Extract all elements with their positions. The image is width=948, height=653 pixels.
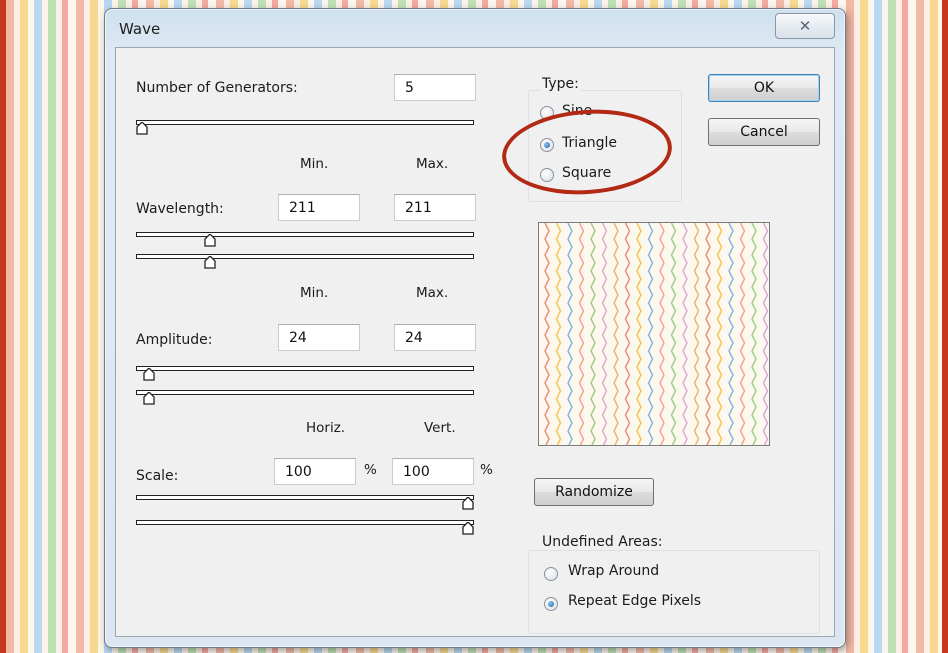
cancel-button[interactable]: Cancel (708, 118, 820, 146)
close-button[interactable]: ✕ (775, 13, 835, 39)
scale-vert-field[interactable]: 100 (392, 458, 474, 485)
amplitude-min-header: Min. (300, 285, 329, 301)
wavelength-max-slider-thumb[interactable] (204, 256, 217, 269)
amplitude-min-slider-thumb[interactable] (142, 368, 155, 381)
repeat-edge-pixels-radio[interactable] (544, 597, 558, 611)
scale-vert-slider[interactable] (136, 520, 474, 525)
wavelength-min-slider-thumb[interactable] (204, 234, 217, 247)
wrap-around-label[interactable]: Wrap Around (568, 563, 659, 579)
generators-slider-thumb[interactable] (136, 122, 148, 135)
wavelength-max-slider[interactable] (136, 254, 474, 259)
wavelength-min-header: Min. (300, 156, 329, 172)
wave-dialog: Wave ✕ Number of Generators: 5 Min. Max.… (104, 8, 846, 648)
close-icon: ✕ (798, 17, 812, 35)
wavelength-max-header: Max. (416, 156, 449, 172)
generators-label: Number of Generators: (136, 80, 298, 96)
amplitude-max-slider-thumb[interactable] (142, 392, 155, 405)
dialog-client-area: Number of Generators: 5 Min. Max. Wavele… (115, 47, 835, 637)
repeat-edge-pixels-label[interactable]: Repeat Edge Pixels (568, 593, 701, 609)
scale-label: Scale: (136, 468, 179, 484)
scale-horiz-slider-thumb[interactable] (462, 497, 474, 510)
generators-slider[interactable] (136, 120, 474, 125)
dialog-title: Wave (119, 20, 161, 38)
amplitude-min-field[interactable]: 24 (278, 324, 360, 351)
ok-button[interactable]: OK (708, 74, 820, 102)
wavelength-max-field[interactable]: 211 (394, 194, 476, 221)
type-group-label: Type: (540, 76, 581, 92)
randomize-button[interactable]: Randomize (534, 478, 654, 506)
wavelength-label: Wavelength: (136, 201, 224, 217)
generators-field[interactable]: 5 (394, 74, 476, 101)
scale-vert-slider-thumb[interactable] (462, 522, 474, 535)
scale-vert-unit: % (480, 462, 493, 478)
amplitude-min-slider[interactable] (136, 366, 474, 371)
scale-horiz-field[interactable]: 100 (274, 458, 356, 485)
wrap-around-radio[interactable] (544, 567, 558, 581)
amplitude-max-header: Max. (416, 285, 449, 301)
scale-horiz-unit: % (364, 462, 377, 478)
scale-horiz-slider[interactable] (136, 495, 474, 500)
wave-preview-image (538, 222, 770, 446)
scale-vert-header: Vert. (424, 420, 456, 436)
wavelength-min-slider[interactable] (136, 232, 474, 237)
amplitude-label: Amplitude: (136, 332, 213, 348)
preview-zigzag-pattern (544, 223, 769, 445)
undefined-areas-label: Undefined Areas: (540, 534, 665, 550)
amplitude-max-field[interactable]: 24 (394, 324, 476, 351)
amplitude-max-slider[interactable] (136, 390, 474, 395)
wavelength-min-field[interactable]: 211 (278, 194, 360, 221)
scale-horiz-header: Horiz. (306, 420, 346, 436)
